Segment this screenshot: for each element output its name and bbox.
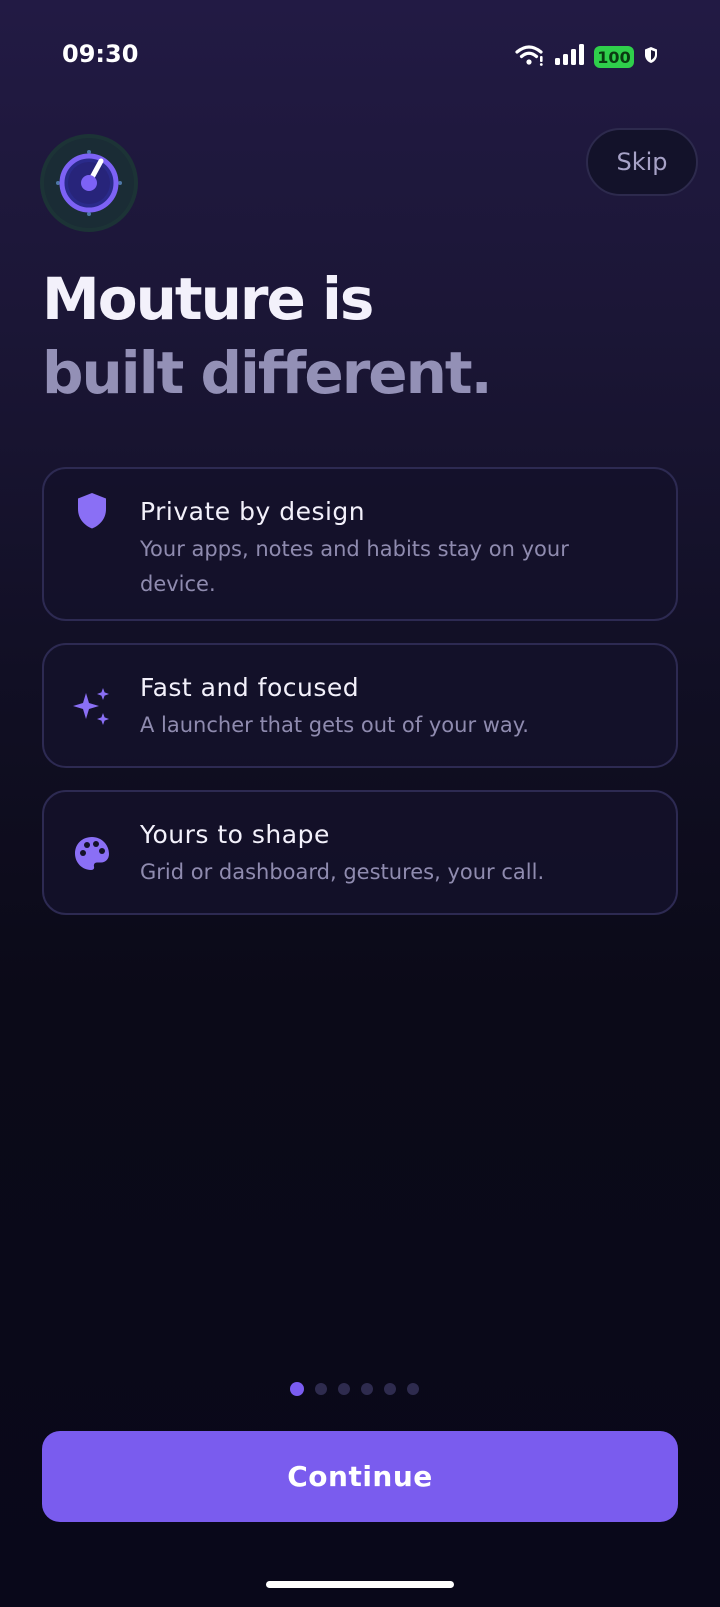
feature-card-private: Private by design Your apps, notes and h… xyxy=(42,467,678,621)
feature-description: Your apps, notes and habits stay on your… xyxy=(140,537,569,596)
battery-indicator: 100 xyxy=(594,46,634,68)
page-dot-5[interactable] xyxy=(384,1383,396,1395)
feature-card-shape: Yours to shape Grid or dashboard, gestur… xyxy=(42,790,678,915)
speedometer-dial-icon xyxy=(40,134,138,236)
feature-title: Private by design xyxy=(140,497,366,526)
wifi-icon xyxy=(514,44,544,70)
feature-description: A launcher that gets out of your way. xyxy=(140,713,529,737)
page-dot-6[interactable] xyxy=(407,1383,419,1395)
palette-icon xyxy=(72,834,112,874)
continue-button[interactable]: Continue xyxy=(42,1431,678,1522)
vpn-shield-icon xyxy=(644,46,658,68)
status-icons: 100 xyxy=(514,44,658,70)
headline-line-1: Mouture is xyxy=(42,265,374,333)
feature-card-fast: Fast and focused A launcher that gets ou… xyxy=(42,643,678,768)
shield-icon xyxy=(72,491,112,531)
page-dot-2[interactable] xyxy=(315,1383,327,1395)
page-dot-1[interactable] xyxy=(290,1382,304,1396)
page-title: Mouture is built different. xyxy=(42,262,682,410)
sparkles-icon xyxy=(72,687,112,727)
cellular-signal-icon xyxy=(554,44,584,70)
page-dot-4[interactable] xyxy=(361,1383,373,1395)
headline-line-2: built different. xyxy=(42,339,493,407)
status-bar: 09:30 100 xyxy=(0,0,720,112)
status-time: 09:30 xyxy=(62,40,139,68)
feature-title: Yours to shape xyxy=(140,820,330,849)
page-dot-3[interactable] xyxy=(338,1383,350,1395)
feature-title: Fast and focused xyxy=(140,673,360,702)
app-logo xyxy=(40,134,138,232)
home-indicator[interactable] xyxy=(266,1581,454,1588)
feature-description: Grid or dashboard, gestures, your call. xyxy=(140,860,545,884)
skip-button[interactable]: Skip xyxy=(586,128,698,196)
pagination-dots xyxy=(290,1382,419,1396)
